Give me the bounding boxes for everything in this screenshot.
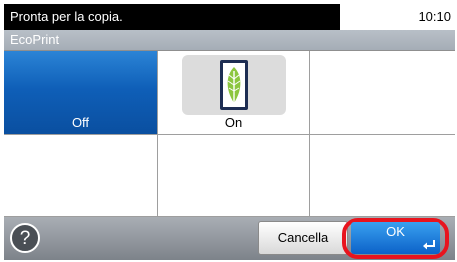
empty-cell (310, 51, 455, 135)
ok-button[interactable]: OK (351, 222, 440, 254)
cancel-label: Cancella (277, 230, 329, 245)
eco-icon-tile (182, 55, 286, 115)
option-on-label: On (224, 115, 243, 130)
empty-cell (310, 135, 455, 217)
page-title: EcoPrint (10, 32, 60, 47)
help-icon: ? (19, 228, 31, 249)
option-off-button[interactable]: Off (4, 51, 158, 135)
status-bar: Pronta per la copia. 10:10 (4, 4, 455, 30)
status-message: Pronta per la copia. (10, 9, 123, 24)
eco-leaf-icon (220, 60, 248, 110)
option-off-label: Off (71, 115, 90, 130)
ok-label: OK (386, 224, 405, 239)
option-on-button[interactable]: On (158, 51, 310, 135)
title-bar: EcoPrint (4, 30, 455, 50)
enter-icon (423, 240, 435, 250)
footer-bar: ? Cancella OK (4, 217, 455, 260)
help-button[interactable]: ? (10, 223, 40, 253)
screen: Pronta per la copia. 10:10 EcoPrint Off … (4, 4, 455, 260)
cancel-button[interactable]: Cancella (258, 221, 348, 255)
empty-cell (158, 135, 310, 217)
option-grid: Off On (4, 50, 455, 217)
empty-cell (4, 135, 158, 217)
clock: 10:10 (418, 9, 451, 24)
status-message-area: Pronta per la copia. (4, 4, 340, 30)
